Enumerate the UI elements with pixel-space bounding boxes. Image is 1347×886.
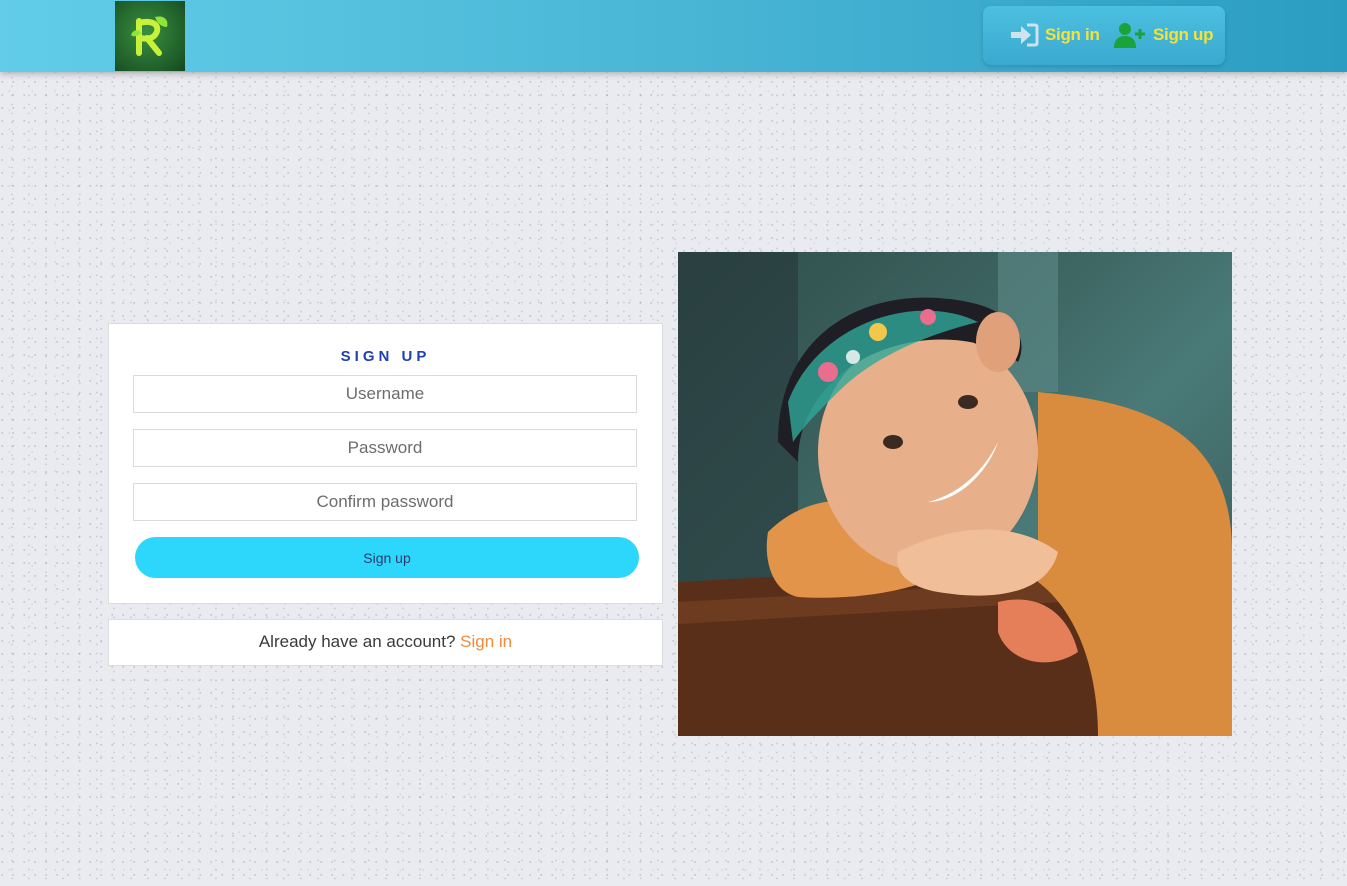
- auth-links-box: Sign in Sign up: [983, 6, 1225, 65]
- header-signin-label: Sign in: [1045, 25, 1100, 44]
- hero-photo-child: [678, 252, 1232, 736]
- sign-in-arrow-icon: [1011, 23, 1039, 47]
- have-account-card: Already have an account? Sign in: [108, 619, 663, 666]
- signup-form-card: SIGN UP Sign up: [108, 323, 663, 604]
- top-navbar: Sign in Sign up: [0, 0, 1347, 72]
- password-input[interactable]: [133, 429, 637, 467]
- header-signin-link[interactable]: Sign in: [1009, 20, 1100, 50]
- leaf-r-logo-icon: [131, 16, 168, 56]
- signup-submit-button[interactable]: Sign up: [135, 537, 639, 578]
- header-signup-label: Sign up: [1153, 25, 1214, 44]
- have-account-prompt: Already have an account?: [258, 632, 461, 651]
- smiling-child-photo: [678, 252, 1232, 736]
- username-input[interactable]: [133, 375, 637, 413]
- form-title: SIGN UP: [340, 348, 431, 365]
- signin-link[interactable]: Sign in: [460, 632, 512, 651]
- confirm-password-input[interactable]: [133, 483, 637, 521]
- header-signup-link[interactable]: Sign up: [1113, 20, 1214, 50]
- site-logo[interactable]: [115, 1, 185, 71]
- user-plus-icon: [1114, 23, 1145, 48]
- have-account-line: Already have an account? Sign in: [109, 632, 662, 652]
